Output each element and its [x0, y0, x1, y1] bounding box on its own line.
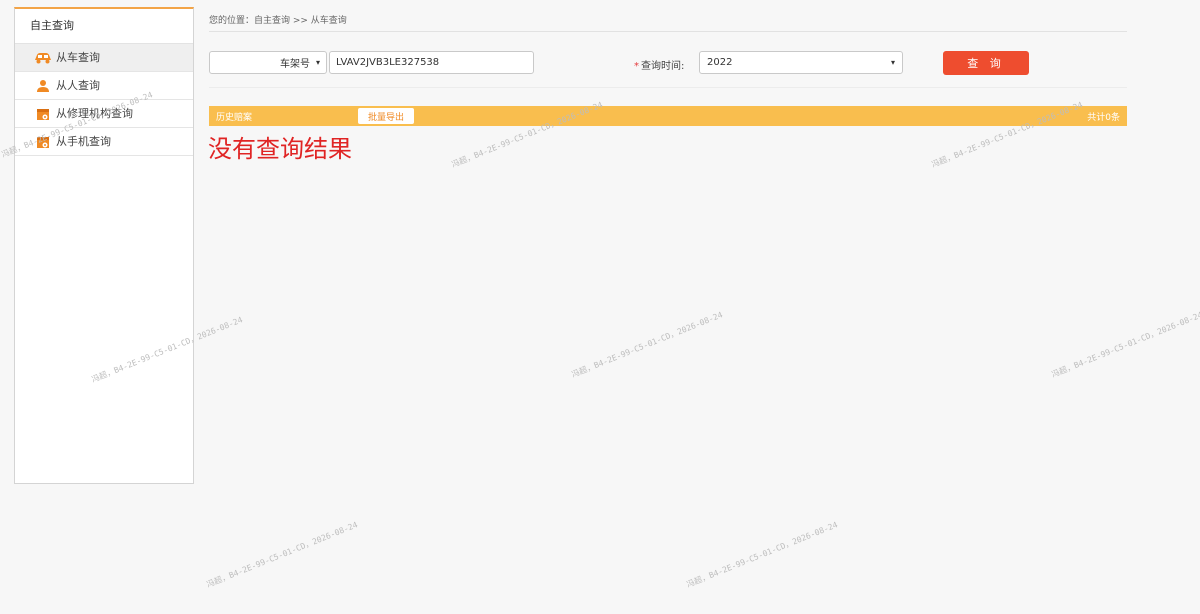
- sidebar-item-label: 从修理机构查询: [56, 107, 133, 120]
- sidebar: 自主查询 从车查询 从人查询 从修理机构查询 从手机查询: [14, 7, 194, 484]
- empty-results-message: 没有查询结果: [208, 135, 352, 163]
- breadcrumb-divider: [209, 31, 1127, 32]
- sidebar-item-vehicle-query[interactable]: 从车查询: [15, 44, 193, 72]
- sidebar-header: 自主查询: [15, 9, 193, 44]
- year-select[interactable]: 2022 ▾: [699, 51, 903, 74]
- search-field-select-value: 车架号: [279, 59, 310, 70]
- car-icon: [33, 51, 53, 65]
- query-time-label-text: 查询时间:: [641, 61, 685, 72]
- search-field-select[interactable]: 车架号 ▾: [209, 51, 327, 74]
- search-divider: [209, 87, 1127, 88]
- person-icon: [33, 79, 53, 93]
- chevron-down-icon: ▾: [315, 58, 320, 67]
- query-time-label: * 查询时间:: [634, 57, 684, 72]
- results-title: 历史赔案: [216, 113, 253, 123]
- results-header-bar: 历史赔案 批量导出 共计0条: [209, 106, 1127, 126]
- query-button[interactable]: 查 询: [943, 51, 1029, 75]
- sidebar-item-label: 从人查询: [56, 79, 100, 92]
- page: 自主查询 从车查询 从人查询 从修理机构查询 从手机查询 您的位置：自主查询 >…: [0, 0, 1200, 614]
- sidebar-item-repair-shop-query[interactable]: 从修理机构查询: [15, 100, 193, 128]
- year-select-value: 2022: [707, 57, 733, 68]
- sidebar-item-phone-query[interactable]: 从手机查询: [15, 128, 193, 156]
- search-form: 车架号 ▾ LVAV2JVB3LE327538 * 查询时间: 2022 ▾ 查 …: [209, 51, 1127, 87]
- watermark: 冯超，B4-2E-99-C5-01-CD，2026-08-24: [570, 310, 724, 380]
- chevron-down-icon: ▾: [890, 58, 895, 67]
- breadcrumb: 您的位置：自主查询 >> 从车查询: [209, 16, 347, 26]
- sidebar-item-label: 从车查询: [56, 51, 100, 64]
- sidebar-item-label: 从手机查询: [56, 135, 111, 148]
- vin-input[interactable]: LVAV2JVB3LE327538: [329, 51, 534, 74]
- phone-icon: [33, 135, 53, 149]
- watermark: 冯超，B4-2E-99-C5-01-CD，2026-08-24: [205, 520, 359, 590]
- batch-export-button[interactable]: 批量导出: [358, 108, 414, 124]
- watermark: 冯超，B4-2E-99-C5-01-CD，2026-08-24: [685, 520, 839, 590]
- sidebar-item-person-query[interactable]: 从人查询: [15, 72, 193, 100]
- required-mark: *: [634, 61, 639, 72]
- results-total: 共计0条: [1087, 113, 1120, 123]
- repair-shop-icon: [33, 107, 53, 121]
- watermark: 冯超，B4-2E-99-C5-01-CD，2026-08-24: [1050, 310, 1200, 380]
